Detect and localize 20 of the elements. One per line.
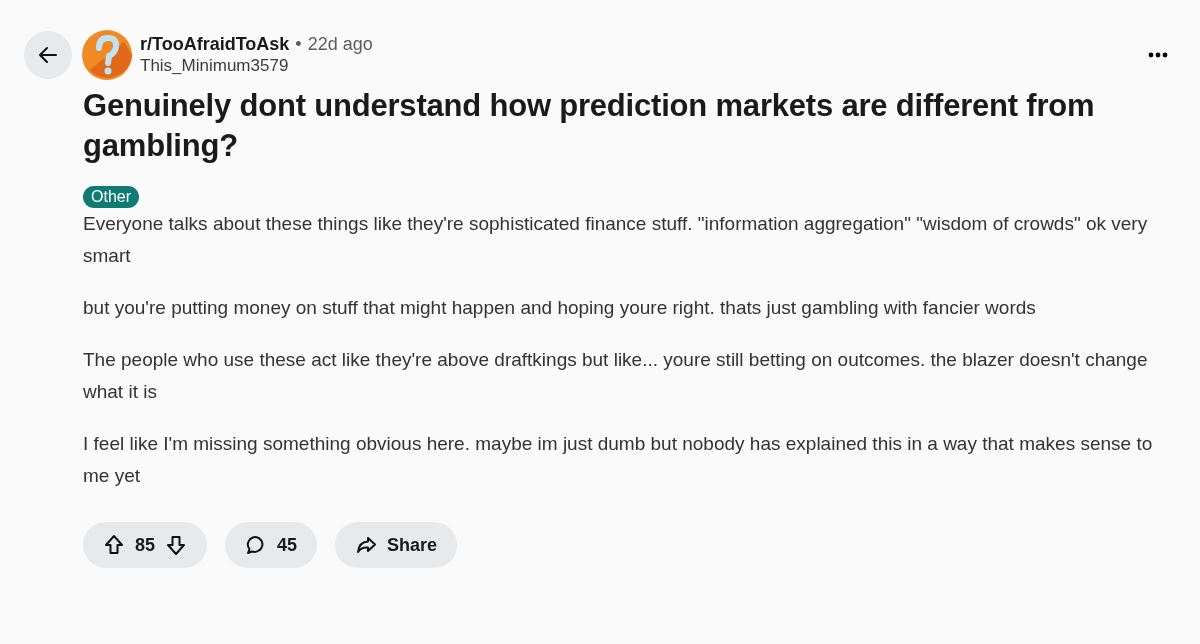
- subreddit-link[interactable]: r/TooAfraidToAsk: [140, 34, 290, 55]
- flair-tag: Other: [83, 186, 139, 208]
- comments-button[interactable]: 45: [225, 522, 318, 568]
- downvote-icon[interactable]: [165, 534, 188, 556]
- author-name[interactable]: This_Minimum3579: [140, 56, 373, 76]
- vote-count: 85: [135, 534, 156, 556]
- back-button[interactable]: [24, 31, 72, 79]
- post-title: Genuinely dont understand how prediction markets are different from gambling?: [83, 87, 1096, 165]
- more-icon: [1148, 52, 1168, 58]
- separator: •: [295, 34, 302, 55]
- share-icon: [355, 534, 378, 556]
- post-time: 22d ago: [307, 34, 373, 55]
- subreddit-avatar: [82, 30, 132, 80]
- post-paragraph: but you're putting money on stuff that might happen and hoping youre right. thats just gambling with fancier words: [83, 296, 1037, 320]
- post-paragraph: Everyone talks about these things like they're sophisticated finance stuff. "information aggregation" "wisdom of crowds" ok very smart: [83, 212, 1149, 268]
- share-button[interactable]: Share: [335, 522, 458, 568]
- upvote-icon[interactable]: [103, 534, 125, 556]
- back-arrow-icon: [37, 44, 59, 66]
- post-paragraph: The people who use these act like they're above draftkings but like... youre still betting on outcomes. the blazer doesn't change what it is: [83, 348, 1149, 404]
- post-paragraph: I feel like I'm missing something obvious here. maybe im just dumb but nobody has explained this in a way that makes sense to me yet: [83, 432, 1154, 488]
